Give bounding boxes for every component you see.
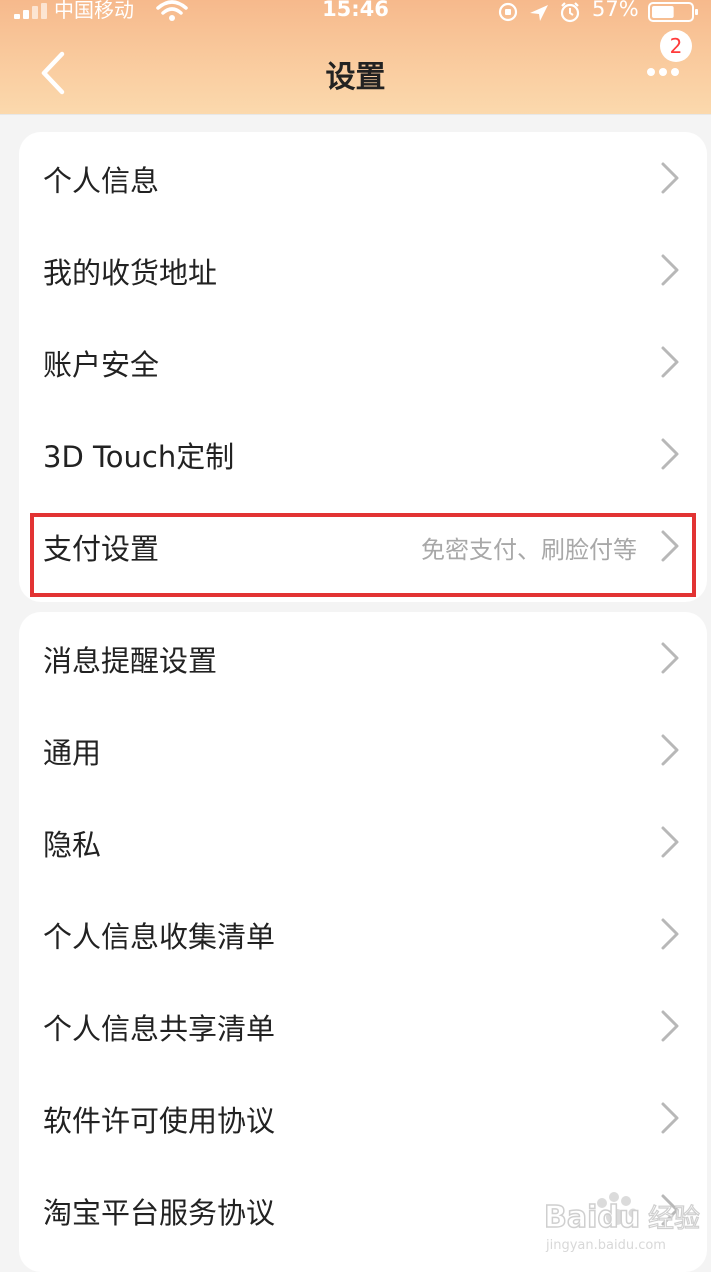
- settings-row-privacy[interactable]: 隐私: [19, 796, 707, 888]
- row-label: 我的收货地址: [43, 256, 218, 290]
- settings-row-account-security[interactable]: 账户安全: [19, 316, 707, 408]
- alarm-icon: [560, 2, 580, 23]
- chevron-right-icon: [661, 734, 679, 766]
- watermark-url: jingyan.baidu.com: [545, 1238, 666, 1253]
- settings-row-personal-info[interactable]: 个人信息: [19, 132, 707, 224]
- settings-row-notifications[interactable]: 消息提醒设置: [19, 612, 707, 704]
- row-label: 个人信息: [43, 164, 160, 198]
- settings-row-software-license[interactable]: 软件许可使用协议: [19, 1072, 707, 1164]
- chevron-right-icon: [661, 918, 679, 950]
- more-button[interactable]: [640, 60, 690, 84]
- settings-card-account: 个人信息 我的收货地址 账户安全 3D Touch定制 支付设置 免密支付、刷脸…: [19, 132, 707, 602]
- more-dots-icon: [647, 68, 679, 76]
- chevron-right-icon: [661, 346, 679, 378]
- chevron-right-icon: [661, 254, 679, 286]
- row-label: 账户安全: [43, 348, 160, 382]
- settings-row-info-sharing-list[interactable]: 个人信息共享清单: [19, 980, 707, 1072]
- settings-row-3d-touch[interactable]: 3D Touch定制: [19, 408, 707, 500]
- watermark-brand: Baidu: [544, 1200, 640, 1235]
- settings-row-info-collection-list[interactable]: 个人信息收集清单: [19, 888, 707, 980]
- row-label: 隐私: [43, 828, 102, 862]
- chevron-right-icon: [661, 162, 679, 194]
- battery-percent: 57%: [592, 0, 639, 21]
- settings-card-general: 消息提醒设置 通用 隐私 个人信息收集清单 个人信息共享清单 软件许可使用协议 …: [19, 612, 707, 1272]
- row-label: 软件许可使用协议: [43, 1104, 276, 1138]
- notification-badge: 2: [660, 30, 692, 62]
- settings-row-shipping-address[interactable]: 我的收货地址: [19, 224, 707, 316]
- chevron-right-icon: [661, 826, 679, 858]
- chevron-right-icon: [661, 530, 679, 562]
- baidu-jingyan-watermark: Baidu 经验 jingyan.baidu.com: [543, 1192, 701, 1253]
- chevron-right-icon: [661, 1010, 679, 1042]
- rotation-lock-icon: [498, 2, 518, 22]
- location-icon: [530, 5, 548, 21]
- row-label: 个人信息共享清单: [43, 1012, 276, 1046]
- chevron-right-icon: [661, 438, 679, 470]
- row-label: 支付设置: [43, 532, 160, 566]
- row-label: 消息提醒设置: [43, 644, 218, 678]
- watermark-suffix: 经验: [648, 1204, 700, 1234]
- battery-icon: [648, 2, 698, 22]
- status-bar: 中国移动 15:46 57%: [0, 0, 711, 24]
- settings-row-general[interactable]: 通用: [19, 704, 707, 796]
- page-title: 设置: [325, 60, 386, 95]
- row-label: 淘宝平台服务协议: [43, 1196, 276, 1230]
- header-bar: 中国移动 15:46 57% 设置 2: [0, 0, 711, 114]
- row-label: 个人信息收集清单: [43, 920, 276, 954]
- status-icons-group: [498, 2, 580, 23]
- row-description: 免密支付、刷脸付等: [421, 536, 637, 564]
- chevron-right-icon: [661, 642, 679, 674]
- settings-row-payment-settings[interactable]: 支付设置 免密支付、刷脸付等: [19, 500, 707, 592]
- chevron-right-icon: [661, 1102, 679, 1134]
- row-label: 通用: [43, 736, 102, 770]
- row-label: 3D Touch定制: [43, 440, 235, 474]
